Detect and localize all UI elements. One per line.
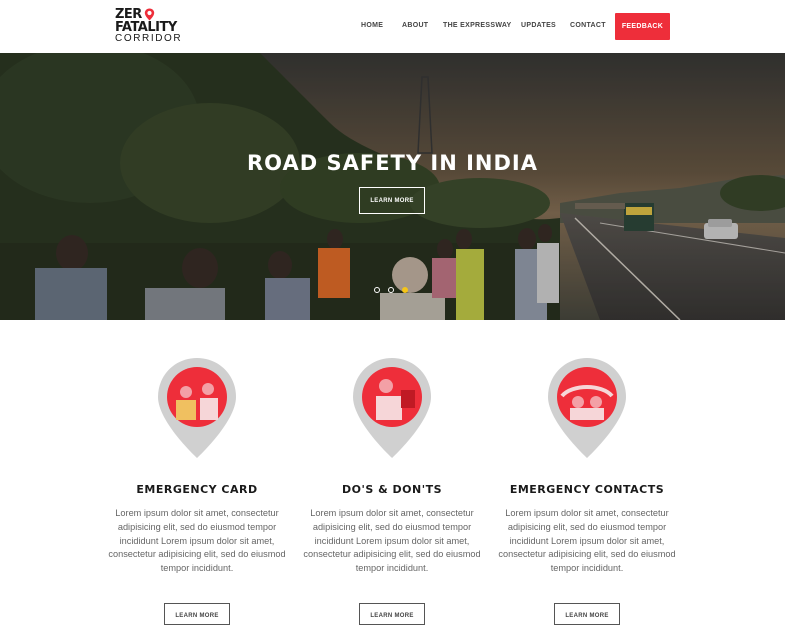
feature-description: Lorem ipsum dolor sit amet, consectetur …: [108, 508, 286, 574]
slider-dot-2[interactable]: [388, 287, 394, 293]
slider-dot-3[interactable]: [402, 287, 408, 293]
logo-text-corridor: CORRIDOR: [115, 33, 183, 44]
nav-updates[interactable]: UPDATES: [521, 22, 556, 29]
features-section: EMERGENCY CARD Lorem ipsum dolor sit ame…: [0, 320, 785, 625]
site-logo[interactable]: ZER FATALITY CORRIDOR: [115, 8, 195, 46]
feature-learn-more-button[interactable]: LEARN MORE: [359, 603, 425, 625]
emergency-contacts-pin-icon: [548, 358, 626, 458]
nav-the-expressway[interactable]: THE EXPRESSWAY: [443, 22, 512, 29]
nav-about[interactable]: ABOUT: [402, 22, 428, 29]
nav-home[interactable]: HOME: [361, 22, 383, 29]
feedback-button[interactable]: FEEDBACK: [615, 13, 670, 40]
site-header: ZER FATALITY CORRIDOR HOME ABOUT THE EXP…: [0, 0, 785, 53]
dos-donts-pin-icon: [353, 358, 431, 458]
feature-description: Lorem ipsum dolor sit amet, consectetur …: [303, 508, 481, 574]
hero-title: ROAD SAFETY IN INDIA: [247, 151, 538, 175]
hero-slider: ROAD SAFETY IN INDIA LEARN MORE: [0, 53, 785, 320]
feature-learn-more-button[interactable]: LEARN MORE: [164, 603, 230, 625]
feature-title: DO'S & DON'TS: [341, 483, 442, 496]
feature-title: EMERGENCY CONTACTS: [509, 483, 665, 496]
feature-learn-more-button[interactable]: LEARN MORE: [554, 603, 620, 625]
nav-contact[interactable]: CONTACT: [570, 22, 606, 29]
emergency-card-pin-icon: [158, 358, 236, 458]
feature-title: EMERGENCY CARD: [136, 483, 258, 496]
slider-dots: [374, 287, 408, 293]
slider-dot-1[interactable]: [374, 287, 380, 293]
feature-description: Lorem ipsum dolor sit amet, consectetur …: [498, 508, 676, 574]
hero-learn-more-button[interactable]: LEARN MORE: [359, 187, 425, 214]
